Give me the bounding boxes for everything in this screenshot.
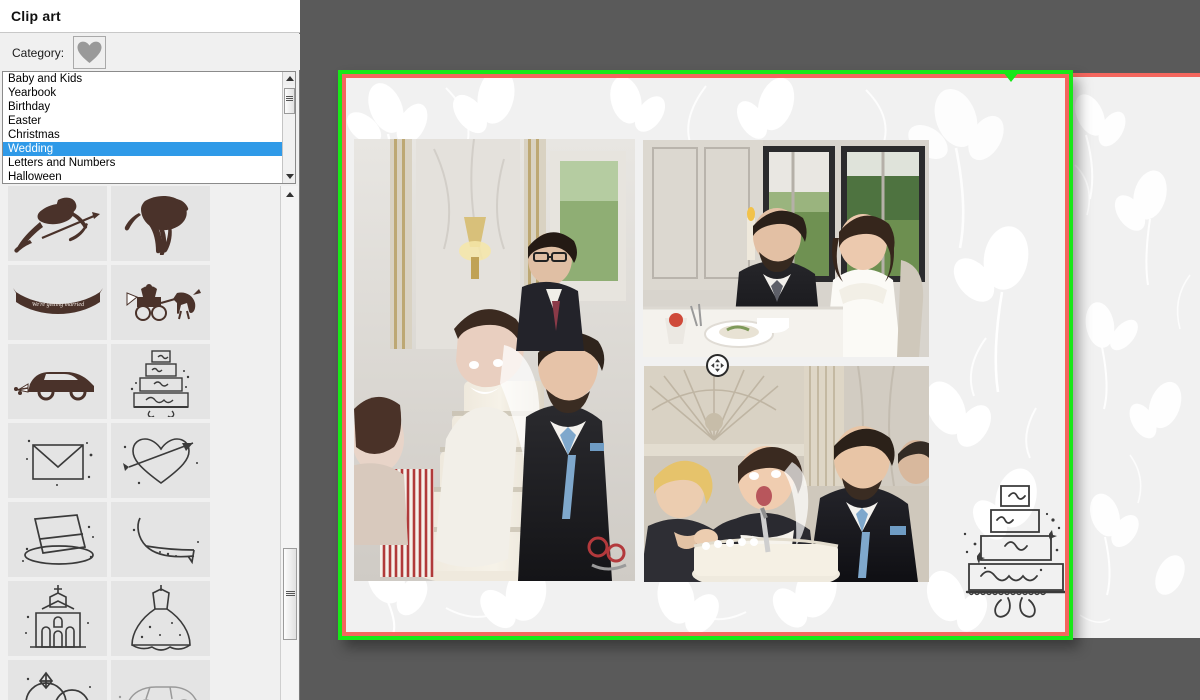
clipart-thumb-horse-carriage[interactable] [111, 265, 210, 340]
clipart-thumbnail-grid[interactable]: We're getting married [2, 186, 280, 700]
clipart-thumb-heart-with-arrow[interactable] [111, 423, 210, 498]
just-married-banner-icon: We're getting married [12, 286, 104, 320]
clipart-row [2, 344, 280, 419]
category-item-birthday[interactable]: Birthday [3, 100, 295, 114]
category-row: Category: [0, 34, 300, 70]
heart-icon [74, 41, 105, 64]
clipart-thumb-envelope[interactable] [8, 423, 107, 498]
grip-lines-icon [286, 591, 295, 596]
clipart-thumb-wedding-cake[interactable] [111, 344, 210, 419]
canvas-workspace[interactable] [300, 0, 1200, 700]
high-heel-shoe-icon [118, 512, 204, 568]
clipart-scroll-thumb[interactable] [283, 548, 297, 640]
category-label: Category: [12, 46, 64, 60]
category-scroll-up-button[interactable] [283, 72, 296, 85]
category-item-easter[interactable]: Easter [3, 114, 295, 128]
category-scroll-down-button[interactable] [283, 170, 296, 183]
category-item-wedding[interactable]: Wedding [3, 142, 295, 156]
vintage-car-icon [116, 677, 206, 700]
category-item-christmas[interactable]: Christmas [3, 128, 295, 142]
church-icon [20, 583, 96, 655]
clipart-thumb-just-married-banner[interactable]: We're getting married [8, 265, 107, 340]
clipart-row [2, 581, 280, 656]
wedding-car-icon [12, 362, 104, 402]
clipart-grid-scrollbar[interactable] [280, 186, 298, 700]
floral-background-pattern [1070, 77, 1200, 638]
wedding-cake-icon [128, 347, 194, 417]
clipart-thumb-dove[interactable] [111, 186, 210, 261]
panel-titlebar: Clip art [0, 0, 300, 33]
wedding-dress-icon [126, 583, 196, 655]
canvas-page-right[interactable] [1070, 73, 1200, 638]
clipart-row [2, 423, 280, 498]
triangle-up-icon [286, 76, 294, 81]
clipart-thumb-wedding-car[interactable] [8, 344, 107, 419]
category-item-yearbook[interactable]: Yearbook [3, 86, 295, 100]
clipart-scroll-up-button[interactable] [283, 188, 297, 202]
wedding-rings-icon [18, 667, 98, 700]
heart-with-arrow-icon [119, 433, 203, 489]
category-item-baby-and-kids[interactable]: Baby and Kids [3, 72, 295, 86]
panel-title: Clip art [11, 8, 61, 24]
move-four-arrows-icon [711, 359, 724, 372]
photo-move-handle[interactable] [706, 354, 729, 377]
clipart-panel: Clip art Category: Baby and KidsYearbook… [0, 0, 300, 700]
category-scroll-thumb[interactable] [284, 88, 295, 114]
triangle-down-icon [286, 174, 294, 179]
category-item-halloween[interactable]: Halloween [3, 170, 295, 184]
clipart-thumb-vintage-car[interactable] [111, 660, 210, 700]
horse-carriage-icon [115, 281, 207, 325]
clipart-thumb-wedding-dress[interactable] [111, 581, 210, 656]
canvas-page-left-wrapper[interactable] [338, 70, 1073, 640]
clipart-row: We're getting married [2, 265, 280, 340]
category-list[interactable]: Baby and KidsYearbookBirthdayEasterChris… [2, 71, 296, 184]
clipart-row [2, 186, 280, 261]
clipart-thumb-cupid[interactable] [8, 186, 107, 261]
clipart-thumb-high-heel-shoe[interactable] [111, 502, 210, 577]
envelope-icon [19, 433, 97, 489]
category-list-scrollbar[interactable] [282, 72, 295, 183]
clipart-thumb-wedding-rings[interactable] [8, 660, 107, 700]
page-selection-border [338, 70, 1073, 640]
svg-text:We're getting married: We're getting married [31, 302, 84, 308]
page-fold-marker [1003, 72, 1019, 82]
top-hat-icon [15, 509, 101, 571]
clipart-row [2, 502, 280, 577]
clipart-row [2, 660, 280, 700]
cupid-with-bow-icon [12, 194, 104, 254]
triangle-up-icon [286, 192, 294, 197]
dove-icon [115, 193, 207, 255]
clipart-thumb-church[interactable] [8, 581, 107, 656]
category-item-letters-and-numbers[interactable]: Letters and Numbers [3, 156, 295, 170]
clipart-thumb-top-hat[interactable] [8, 502, 107, 577]
grip-lines-icon [286, 96, 293, 101]
category-swatch-button[interactable] [73, 36, 106, 69]
